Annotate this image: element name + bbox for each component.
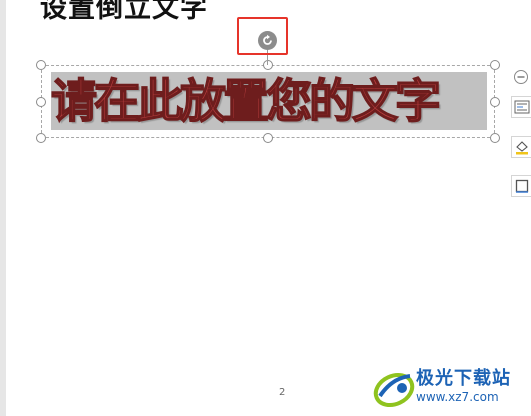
zoom-out-icon [514,70,528,84]
resize-handle-top-left[interactable] [36,60,46,70]
page-number: 2 [279,387,286,398]
resize-handle-bottom-left[interactable] [36,133,46,143]
watermark-url: www.xz7.com [416,390,499,404]
resize-handle-top-right[interactable] [490,60,500,70]
wordart-text[interactable]: 请在此放置您的文字 [51,68,487,134]
resize-handle-bottom-right[interactable] [490,133,500,143]
text-wrap-button[interactable] [511,96,531,118]
zoom-out-button[interactable] [511,66,531,88]
fill-icon [515,141,528,155]
frame-button[interactable] [511,175,531,197]
rotate-handle-highlight [237,17,288,55]
text-wrap-icon [514,100,529,114]
page-heading: 设置倒立文字 [40,0,208,24]
watermark: 极光下载站 www.xz7.com [372,364,528,412]
frame-icon [515,179,528,193]
watermark-logo-icon [373,372,415,408]
resize-handle-middle-right[interactable] [490,97,500,107]
watermark-title: 极光下载站 [416,368,511,389]
resize-handle-middle-left[interactable] [36,97,46,107]
fill-button[interactable] [511,136,531,158]
resize-handle-bottom-center[interactable] [263,133,273,143]
resize-handle-top-center[interactable] [263,60,273,70]
